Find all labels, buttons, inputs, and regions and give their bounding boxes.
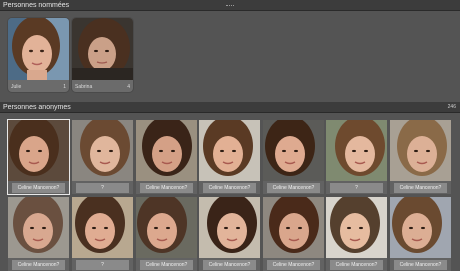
face-name-field[interactable]: ? xyxy=(76,183,129,193)
face-thumbnail xyxy=(72,197,133,258)
named-people-title: Personnes nommées xyxy=(3,2,70,9)
face-thumbnail xyxy=(8,197,69,258)
face-name-field[interactable]: Celine Mancenon? xyxy=(140,260,193,270)
anonymous-people-title: Personnes anonymes xyxy=(3,104,71,111)
face-name-field[interactable]: Celine Mancenon? xyxy=(203,183,256,193)
face-thumbnail xyxy=(199,120,260,181)
face-cell[interactable]: Celine Mancenon? xyxy=(8,120,69,194)
face-name-field[interactable]: Celine Mancenon? xyxy=(394,260,447,270)
face-thumbnail xyxy=(326,197,387,258)
resize-grip-icon[interactable] xyxy=(226,5,234,7)
face-thumbnail xyxy=(199,197,260,258)
anonymous-count: 246 xyxy=(447,104,456,110)
face-name-field[interactable]: Celine Mancenon? xyxy=(267,260,320,270)
anonymous-people-header[interactable]: Personnes anonymes 246 xyxy=(0,102,460,113)
face-cell[interactable]: Celine Mancenon? xyxy=(199,197,260,271)
face-cell[interactable]: ? xyxy=(72,120,133,194)
face-cell[interactable]: Celine Mancenon? xyxy=(326,197,387,271)
face-thumbnail xyxy=(8,120,69,181)
face-cell[interactable]: ? xyxy=(72,197,133,271)
face-thumbnail xyxy=(136,120,197,181)
named-people-header[interactable]: Personnes nommées xyxy=(0,0,460,11)
face-name-field[interactable]: ? xyxy=(76,260,129,270)
photo-count: 4 xyxy=(127,84,130,90)
face-name-field[interactable]: ? xyxy=(330,183,383,193)
face-thumbnail xyxy=(8,18,69,80)
face-name-field[interactable]: Celine Mancenon? xyxy=(330,260,383,270)
face-thumbnail xyxy=(390,120,451,181)
face-thumbnail xyxy=(136,197,197,258)
named-person-card[interactable]: Julie 1 xyxy=(8,18,69,92)
face-name-field[interactable]: Celine Mancenon? xyxy=(203,260,256,270)
face-cell[interactable]: Celine Mancenon? xyxy=(263,120,324,194)
face-thumbnail xyxy=(390,197,451,258)
face-cell[interactable]: ? xyxy=(326,120,387,194)
face-cell[interactable]: Celine Mancenon? xyxy=(136,197,197,271)
face-cell[interactable]: Celine Mancenon? xyxy=(390,197,451,271)
face-cell[interactable]: Celine Mancenon? xyxy=(390,120,451,194)
named-person-card[interactable]: Sabrina 4 xyxy=(72,18,133,92)
face-name-field[interactable]: Celine Mancenon? xyxy=(267,183,320,193)
face-cell[interactable]: Celine Mancenon? xyxy=(8,197,69,271)
face-thumbnail xyxy=(326,120,387,181)
face-thumbnail xyxy=(263,120,324,181)
person-name: Sabrina xyxy=(75,84,93,90)
face-thumbnail xyxy=(263,197,324,258)
face-name-field[interactable]: Celine Mancenon? xyxy=(12,183,65,193)
photo-count: 1 xyxy=(63,84,66,90)
face-name-field[interactable]: Celine Mancenon? xyxy=(140,183,193,193)
face-cell[interactable]: Celine Mancenon? xyxy=(263,197,324,271)
face-thumbnail xyxy=(72,18,133,80)
face-cell[interactable]: Celine Mancenon? xyxy=(199,120,260,194)
face-name-field[interactable]: Celine Mancenon? xyxy=(394,183,447,193)
face-name-field[interactable]: Celine Mancenon? xyxy=(12,260,65,270)
person-name: Julie xyxy=(11,84,22,90)
face-cell[interactable]: Celine Mancenon? xyxy=(136,120,197,194)
face-thumbnail xyxy=(72,120,133,181)
